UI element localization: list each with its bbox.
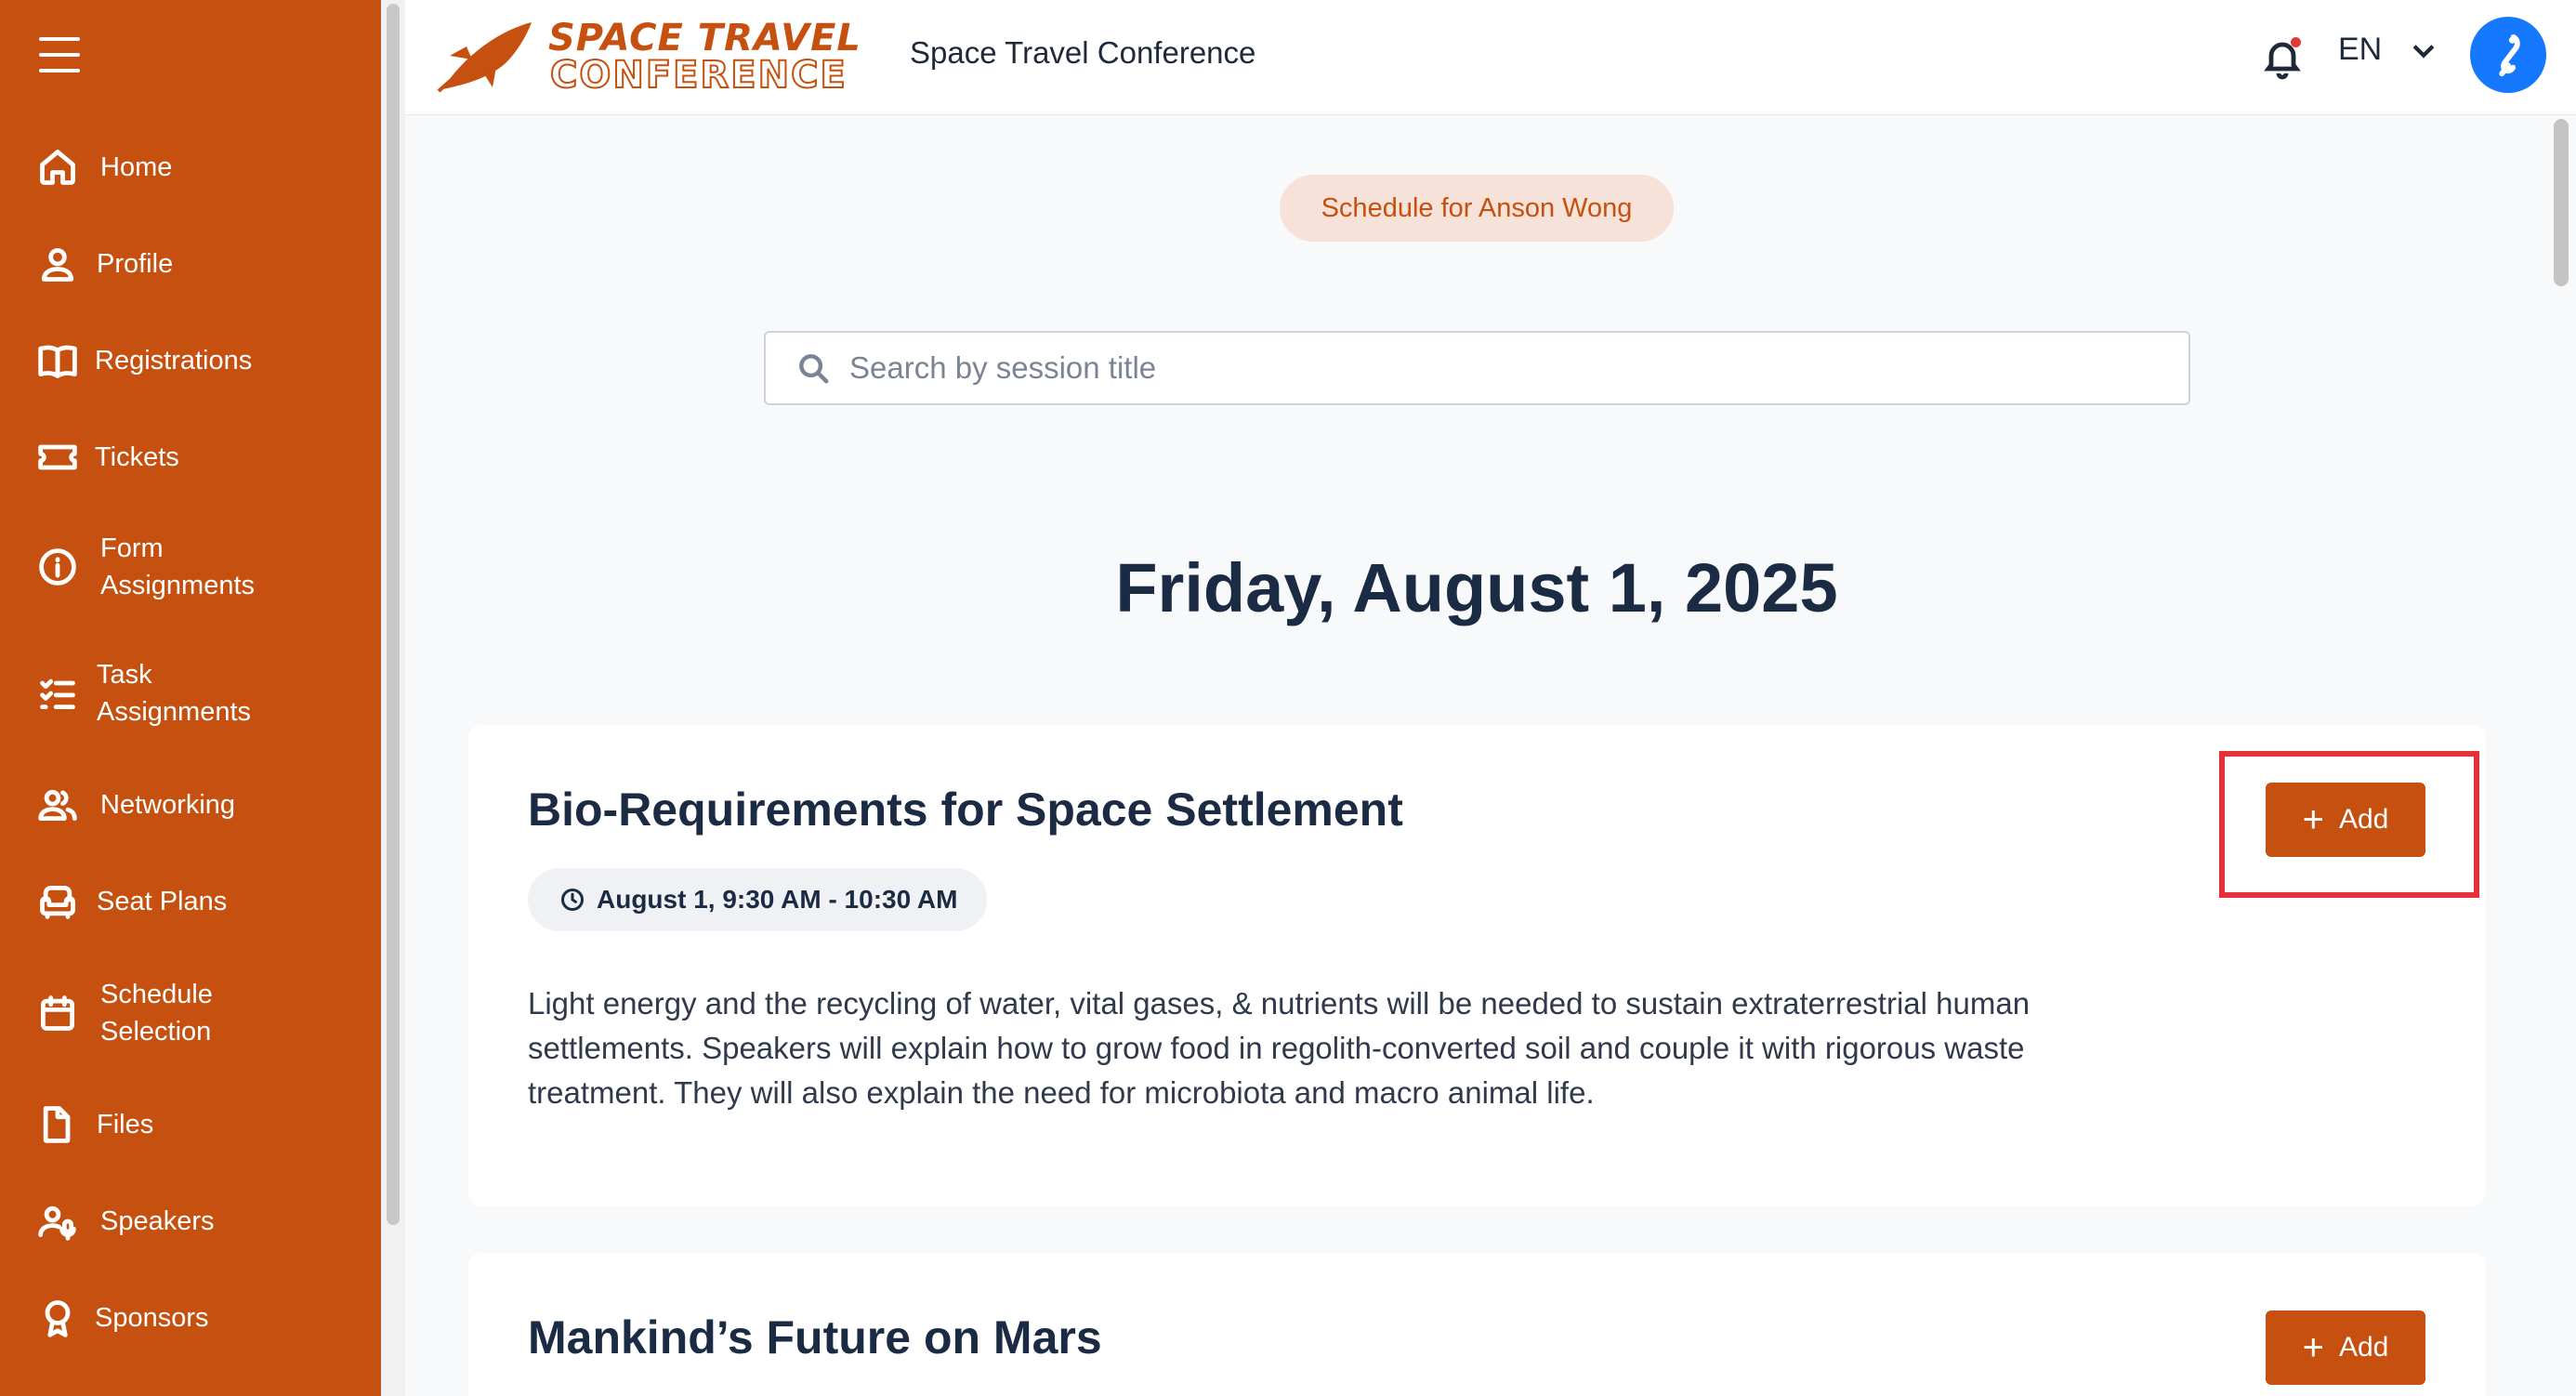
sidebar-item-files[interactable]: Files	[35, 1102, 153, 1147]
logo-text-line2: CONFERENCE	[549, 53, 848, 98]
search-input[interactable]	[849, 340, 2188, 396]
sidebar-item-label: Speakers	[100, 1206, 215, 1236]
sidebar-item-label: Home	[100, 152, 173, 182]
main-scrollbar-track[interactable]	[2548, 115, 2576, 1396]
award-icon	[35, 1296, 80, 1340]
top-header: SPACE TRAVEL CONFERENCE Space Travel Con…	[405, 0, 2576, 115]
user-icon	[35, 242, 80, 286]
label-line: Assignments	[100, 571, 256, 600]
add-session-button[interactable]: + Add	[2266, 1310, 2425, 1385]
ticket-icon	[35, 435, 80, 480]
calendar-icon	[35, 991, 80, 1035]
sidebar-item-label: Task Assignments	[97, 656, 251, 731]
session-time: August 1, 9:30 AM - 10:30 AM	[597, 885, 958, 914]
session-card: Bio-Requirements for Space Settlement Au…	[468, 725, 2485, 1206]
chevron-down-icon	[2412, 44, 2435, 59]
sidebar-item-task-assignments[interactable]: Task Assignments	[35, 656, 251, 731]
sidebar-item-registrations[interactable]: Registrations	[35, 338, 252, 383]
sidebar-item-tickets[interactable]: Tickets	[35, 435, 179, 480]
hamburger-menu-icon[interactable]	[39, 37, 80, 74]
label-line: Selection	[100, 1017, 212, 1047]
highlight-box	[2219, 751, 2479, 898]
clock-icon	[560, 888, 585, 912]
session-description: Light energy and the recycling of water,…	[528, 981, 2173, 1115]
book-icon	[35, 338, 80, 383]
conference-logo[interactable]: SPACE TRAVEL CONFERENCE	[435, 15, 861, 98]
file-icon	[35, 1102, 80, 1147]
sofa-icon	[35, 879, 80, 924]
brand-logo-icon	[2499, 33, 2520, 77]
description-line: treatment. They will also explain the ne…	[528, 1075, 1595, 1110]
speaker-icon	[35, 1199, 80, 1244]
schedule-owner-badge: Schedule for Anson Wong	[1280, 175, 1674, 242]
sidebar-item-profile[interactable]: Profile	[35, 242, 173, 286]
date-heading: Friday, August 1, 2025	[1115, 549, 1838, 626]
description-line: Light energy and the recycling of water,…	[528, 986, 2031, 1021]
user-avatar[interactable]	[2470, 17, 2546, 93]
session-title: Mankind’s Future on Mars	[528, 1311, 1102, 1363]
language-code: EN	[2338, 32, 2383, 67]
home-icon	[35, 145, 80, 190]
users-icon	[35, 783, 80, 827]
sidebar-item-form-assignments[interactable]: Form Assignments	[35, 530, 255, 604]
main-scrollbar-thumb[interactable]	[2554, 119, 2569, 286]
sidebar-item-sponsors[interactable]: Sponsors	[35, 1296, 209, 1340]
session-search-box[interactable]	[764, 331, 2190, 405]
session-time-pill: August 1, 9:30 AM - 10:30 AM	[528, 868, 988, 931]
notification-dot	[2291, 37, 2301, 47]
sidebar-item-speakers[interactable]: Speakers	[35, 1199, 215, 1244]
sidebar-item-home[interactable]: Home	[35, 145, 172, 190]
sidebar-item-schedule-selection[interactable]: Schedule Selection	[35, 976, 213, 1050]
sidebar-item-label: Files	[97, 1110, 154, 1139]
sidebar-item-label: Profile	[97, 249, 174, 279]
sidebar-item-label: Seat Plans	[97, 887, 228, 916]
header-title: Space Travel Conference	[910, 35, 1256, 70]
sidebar-item-label: Networking	[100, 790, 236, 820]
language-selector[interactable]: EN	[2338, 32, 2439, 68]
session-card: Mankind’s Future on Mars + Add	[468, 1253, 2485, 1396]
sidebar-item-label: Tickets	[95, 442, 179, 472]
label-line: Task	[97, 660, 152, 690]
sidebar-item-seat-plans[interactable]: Seat Plans	[35, 879, 227, 924]
search-icon	[799, 354, 829, 384]
sidebar: Home Profile Registrations Tickets Form …	[0, 0, 381, 1396]
session-title: Bio-Requirements for Space Settlement	[528, 784, 1403, 836]
sidebar-item-label: Registrations	[95, 346, 253, 375]
label-line: Schedule	[100, 980, 213, 1009]
description-line: settlements. Speakers will explain how t…	[528, 1031, 2025, 1065]
plus-icon: +	[2302, 1327, 2324, 1368]
rocket-icon	[437, 22, 532, 93]
checklist-icon	[35, 671, 80, 716]
label-line: Assignments	[97, 697, 252, 727]
notification-bell-icon[interactable]	[2260, 35, 2305, 80]
sidebar-item-label: Sponsors	[95, 1303, 209, 1333]
info-icon	[35, 545, 80, 589]
sidebar-item-label: Schedule Selection	[100, 976, 213, 1050]
sidebar-item-label: Form Assignments	[100, 530, 255, 604]
sidebar-scrollbar-thumb[interactable]	[387, 4, 400, 1225]
label-line: Form	[100, 533, 164, 563]
sidebar-item-networking[interactable]: Networking	[35, 783, 235, 827]
add-button-label: Add	[2338, 1332, 2389, 1363]
